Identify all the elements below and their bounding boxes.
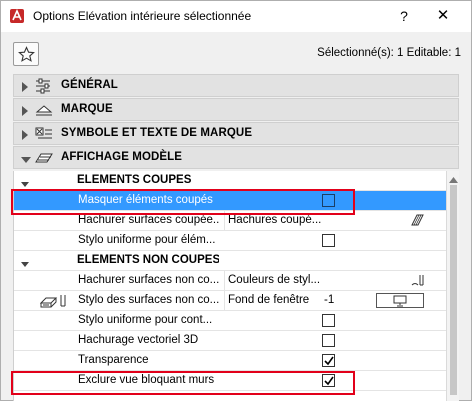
prop-row-transparency[interactable]: Transparence bbox=[14, 351, 446, 371]
prop-value[interactable]: Couleurs de styl... bbox=[228, 274, 328, 286]
hatch-fill-icon[interactable] bbox=[408, 214, 424, 229]
prop-row-vector-hatch[interactable]: Hachurage vectoriel 3D bbox=[14, 331, 446, 351]
pen-picker-button[interactable] bbox=[376, 293, 424, 308]
panel-label: SYMBOLE ET TEXTE DE MARQUE bbox=[61, 127, 253, 139]
vector-hatch-checkbox[interactable] bbox=[322, 334, 335, 347]
archicad-app-icon bbox=[9, 8, 25, 24]
pen-color-icon[interactable] bbox=[410, 273, 426, 292]
selection-info: Sélectionné(s): 1 Editable: 1 bbox=[317, 47, 461, 59]
collapse-arrow-icon bbox=[21, 153, 31, 163]
prop-name: Hachurer surfaces non co... bbox=[78, 274, 220, 286]
property-grid: ELÉMENTS COUPÉS Masquer éléments coupés … bbox=[13, 171, 446, 401]
panel-label: MARQUE bbox=[61, 103, 113, 115]
close-button[interactable]: ✕ bbox=[431, 5, 455, 27]
prop-row-hatch-uncut[interactable]: Hachurer surfaces non co... Couleurs de … bbox=[14, 271, 446, 291]
column-divider bbox=[224, 291, 225, 311]
marker-icon bbox=[35, 102, 53, 118]
options-dialog: Options Elévation intérieure sélectionné… bbox=[0, 0, 472, 401]
prop-value[interactable]: Hachures coupé... bbox=[228, 214, 328, 226]
prop-name: Hachurer surfaces coupée... bbox=[78, 214, 220, 226]
panel-label: GÉNÉRAL bbox=[61, 79, 118, 91]
prop-name: Stylo uniforme pour cont... bbox=[78, 314, 213, 326]
prop-row-hide-cut[interactable]: Masquer éléments coupés bbox=[14, 191, 446, 211]
panel-header-marque[interactable]: MARQUE bbox=[13, 98, 459, 121]
column-divider bbox=[224, 211, 225, 231]
scroll-up-icon[interactable] bbox=[449, 173, 458, 183]
vertical-scrollbar[interactable] bbox=[446, 171, 459, 401]
expand-arrow-icon bbox=[21, 105, 29, 116]
group-label: ELÉMENTS COUPÉS bbox=[77, 174, 192, 186]
prop-name: Exclure vue bloquant murs bbox=[78, 374, 215, 386]
surface-pen-icon bbox=[39, 293, 68, 312]
pen-number[interactable]: -1 bbox=[324, 294, 334, 306]
prop-row-uniform-pen-uncut[interactable]: Stylo uniforme pour cont... bbox=[14, 311, 446, 331]
prop-name: Masquer éléments coupés bbox=[78, 194, 213, 206]
scroll-thumb[interactable] bbox=[450, 185, 457, 395]
uniform-pen-uncut-checkbox[interactable] bbox=[322, 314, 335, 327]
group-header-cut[interactable]: ELÉMENTS COUPÉS bbox=[14, 171, 446, 191]
prop-value[interactable]: Fond de fenêtre bbox=[228, 294, 328, 306]
prop-name: Stylo des surfaces non co... bbox=[78, 294, 220, 306]
prop-name: Hachurage vectoriel 3D bbox=[78, 334, 199, 346]
panel-header-model-display[interactable]: AFFICHAGE MODÈLE bbox=[13, 146, 459, 169]
window-title: Options Elévation intérieure sélectionné… bbox=[33, 9, 252, 23]
panel-header-general[interactable]: GÉNÉRAL bbox=[13, 74, 459, 97]
symbol-text-icon bbox=[35, 126, 53, 142]
collapse-arrow-icon bbox=[21, 257, 29, 271]
transparency-checkbox[interactable] bbox=[322, 354, 335, 367]
panel-label: AFFICHAGE MODÈLE bbox=[61, 151, 183, 163]
panel-header-symbol-text[interactable]: SYMBOLE ET TEXTE DE MARQUE bbox=[13, 122, 459, 145]
prop-row-exclude-blocking[interactable]: Exclure vue bloquant murs bbox=[14, 371, 446, 391]
prop-name: Stylo uniforme pour élém... bbox=[78, 234, 216, 246]
prop-row-hatch-cut[interactable]: Hachurer surfaces coupée... Hachures cou… bbox=[14, 211, 446, 231]
prop-row-pen-surfaces[interactable]: Stylo des surfaces non co... Fond de fen… bbox=[14, 291, 446, 311]
expand-arrow-icon bbox=[21, 81, 29, 92]
column-divider bbox=[224, 271, 225, 291]
exclude-blocking-checkbox[interactable] bbox=[322, 374, 335, 387]
group-label: ELÉMENTS NON COUPÉS bbox=[77, 254, 219, 266]
collapse-arrow-icon bbox=[21, 177, 29, 191]
uniform-pen-cut-checkbox[interactable] bbox=[322, 234, 335, 247]
hide-cut-checkbox[interactable] bbox=[322, 194, 335, 207]
expand-arrow-icon bbox=[21, 129, 29, 140]
title-bar: Options Elévation intérieure sélectionné… bbox=[1, 1, 471, 32]
prop-row-uniform-pen-cut[interactable]: Stylo uniforme pour élém... bbox=[14, 231, 446, 251]
panel-list: GÉNÉRAL MARQUE SYMBOLE ET TEXTE DE MARQU… bbox=[13, 74, 459, 170]
group-header-uncut[interactable]: ELÉMENTS NON COUPÉS bbox=[14, 251, 446, 271]
favorites-button[interactable] bbox=[13, 42, 39, 66]
prop-name: Transparence bbox=[78, 354, 149, 366]
model-display-icon bbox=[35, 150, 53, 166]
general-settings-icon bbox=[35, 78, 53, 94]
help-button[interactable]: ? bbox=[393, 5, 415, 27]
